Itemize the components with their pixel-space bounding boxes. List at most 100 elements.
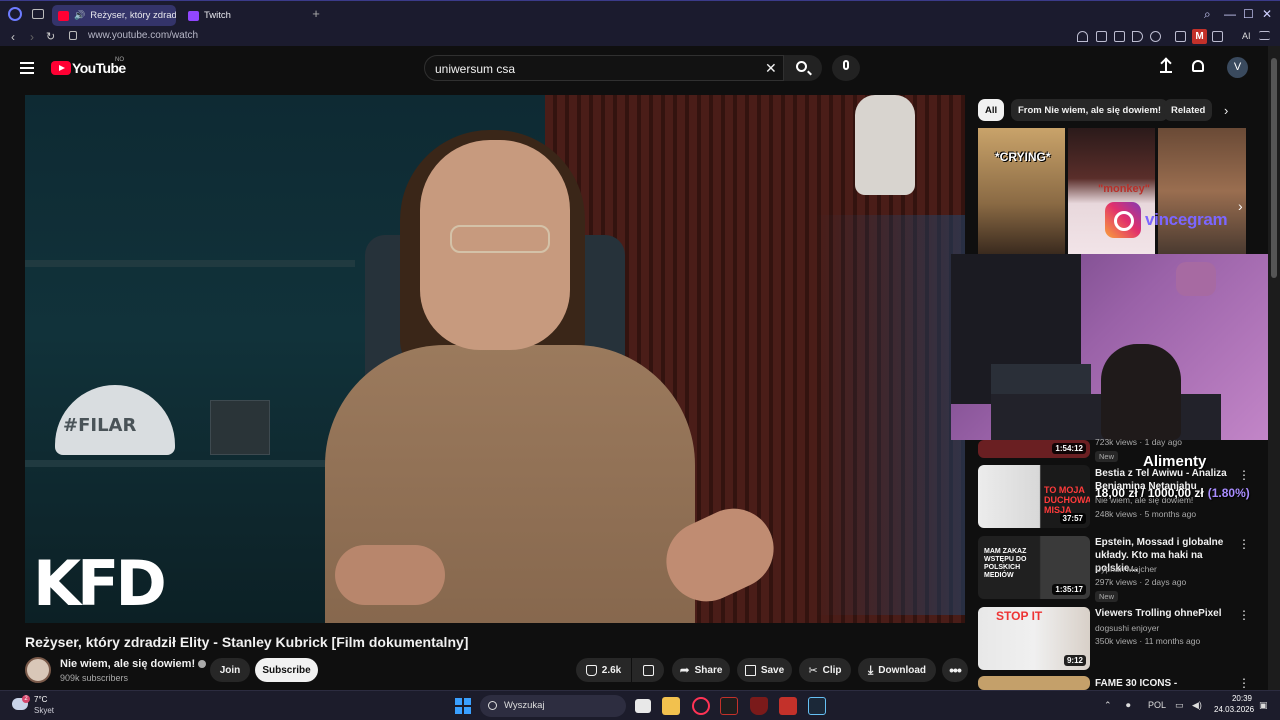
search-button[interactable]	[784, 55, 822, 81]
close-icon[interactable]: ✕	[1262, 7, 1272, 21]
microphone-tray-icon[interactable]: ⏺	[1126, 700, 1131, 711]
player-icon[interactable]	[1132, 31, 1143, 42]
chevron-right-icon[interactable]: ›	[1238, 198, 1243, 214]
microphone-icon	[843, 60, 849, 70]
youtube-header: YouTube NO uniwersum csa ✕ V	[0, 46, 1268, 92]
thumbnail-text: MAM ZAKAZ WSTĘPU DO POLSKICH MEDIÓW	[984, 548, 1027, 579]
clock-time[interactable]: 20:39	[1230, 694, 1252, 703]
extension-m-icon[interactable]: M	[1192, 29, 1207, 44]
heart-icon[interactable]	[1150, 31, 1161, 42]
scrollbar[interactable]	[1268, 46, 1280, 690]
instagram-icon	[1105, 202, 1141, 238]
scrollbar-thumb[interactable]	[1271, 58, 1277, 278]
dislike-button[interactable]	[632, 658, 664, 682]
tray-chevron-icon[interactable]: ⌃	[1104, 700, 1112, 711]
clear-search-icon[interactable]: ✕	[765, 60, 777, 77]
downloads-icon[interactable]	[1212, 31, 1223, 42]
related-channel[interactable]: Cyprian Majcher	[1095, 564, 1157, 574]
browser-menu-icon[interactable]	[1259, 31, 1270, 40]
start-windows-icon[interactable]	[455, 698, 471, 714]
chip-related[interactable]: Related	[1164, 99, 1213, 121]
related-thumbnail[interactable]: TO MOJA DUCHOWA MISJA 37:57	[978, 465, 1090, 528]
file-explorer-icon[interactable]	[662, 697, 680, 715]
pin-icon[interactable]	[1077, 31, 1088, 42]
ad-thumbnail[interactable]	[1158, 128, 1246, 254]
taskbar-search[interactable]: Wyszukaj	[480, 695, 626, 717]
snapshot-icon[interactable]	[1114, 31, 1125, 42]
tab-youtube[interactable]: 🔊 Reżyser, który zdradz	[52, 5, 176, 26]
related-channel[interactable]: dogsushi enjoyer	[1095, 623, 1159, 633]
weather-temperature[interactable]: 7°C	[34, 695, 47, 704]
subscribe-button[interactable]: Subscribe	[255, 658, 318, 682]
search-value[interactable]: uniwersum csa	[435, 62, 515, 76]
chip-from-channel[interactable]: From Nie wiem, ale się dowiem!	[1011, 99, 1169, 121]
extensions-icon[interactable]	[1175, 31, 1186, 42]
download-button[interactable]: ⤓ Download	[858, 658, 936, 682]
more-vert-icon[interactable]: ⋮	[1238, 537, 1250, 551]
more-vert-icon[interactable]: ⋮	[1238, 468, 1250, 482]
channel-name-text[interactable]: Nie wiem, ale się dowiem!	[60, 658, 195, 670]
tab-twitch[interactable]: Twitch	[182, 5, 302, 26]
search-input[interactable]: uniwersum csa ✕	[424, 55, 784, 81]
kfd-logo: KFD	[33, 547, 167, 620]
notifications-bell-icon[interactable]	[1192, 60, 1204, 72]
glasses	[450, 225, 550, 253]
ai-button[interactable]: AI	[1242, 31, 1251, 41]
more-vert-icon[interactable]: ⋮	[1238, 608, 1250, 622]
related-thumbnail[interactable]	[978, 676, 1090, 690]
video-duration: 1:54:12	[1052, 443, 1086, 454]
workspaces-icon[interactable]	[32, 9, 44, 19]
back-icon[interactable]: ‹	[11, 30, 15, 44]
thumbnail-text: TO MOJA DUCHOWA MISJA	[1044, 485, 1090, 515]
related-thumbnail[interactable]: MAM ZAKAZ WSTĘPU DO POLSKICH MEDIÓW 1:35…	[978, 536, 1090, 599]
app-icon[interactable]	[720, 697, 738, 715]
channel-name[interactable]: Nie wiem, ale się dowiem!	[60, 658, 207, 670]
video-player[interactable]: #FILAR KFD	[25, 95, 965, 623]
related-title[interactable]: FAME 30 ICONS -	[1095, 677, 1235, 690]
clip-button[interactable]: ✂ Clip	[799, 658, 851, 682]
join-button[interactable]: Join	[210, 658, 250, 682]
steam-icon[interactable]	[808, 697, 826, 715]
language-indicator[interactable]: POL	[1148, 700, 1166, 710]
reload-icon[interactable]: ↻	[46, 30, 55, 43]
related-thumbnail[interactable]: 1:54:12	[978, 440, 1090, 458]
related-thumbnail[interactable]: STOP IT 9:12	[978, 607, 1090, 670]
notification-icon[interactable]: ▣	[1259, 700, 1268, 711]
maximize-icon[interactable]: ☐	[1243, 7, 1254, 21]
search-tabs-icon[interactable]: ⌕	[1204, 7, 1211, 22]
hamburger-menu-icon[interactable]	[20, 62, 34, 74]
save-button[interactable]: Save	[737, 658, 792, 682]
clock-date[interactable]: 24.03.2026	[1214, 705, 1254, 714]
task-view-icon[interactable]	[635, 699, 651, 713]
volume-icon[interactable]: ◀)	[1192, 700, 1202, 711]
voice-search-button[interactable]	[832, 55, 860, 81]
chevron-right-icon[interactable]: ›	[1224, 103, 1228, 118]
opera-gx-icon[interactable]	[692, 697, 710, 715]
more-actions-button[interactable]: •••	[942, 658, 968, 682]
network-icon[interactable]: ▭	[1175, 700, 1184, 711]
youtube-logo-icon[interactable]	[51, 61, 71, 75]
app-icon[interactable]	[779, 697, 797, 715]
account-avatar[interactable]: V	[1227, 57, 1248, 78]
screenshot-icon[interactable]	[1096, 31, 1107, 42]
instagram-handle: vincegram	[1145, 210, 1228, 229]
share-button[interactable]: ➦ Share	[672, 658, 730, 682]
url-field[interactable]: www.youtube.com/watch	[88, 30, 198, 41]
browser-logo-icon[interactable]	[8, 7, 22, 21]
weather-description[interactable]: Skyet	[34, 706, 54, 715]
ad-thumbnail[interactable]	[978, 128, 1065, 254]
more-vert-icon[interactable]: ⋮	[1238, 676, 1250, 690]
minimize-icon[interactable]: —	[1224, 7, 1236, 21]
like-count: 2.6k	[601, 664, 622, 676]
channel-avatar[interactable]	[25, 657, 51, 683]
donation-goal-amount: 18,00 zł / 1000,00 zł (1.80%)	[1095, 486, 1250, 500]
related-title[interactable]: Viewers Trolling ohnePixel	[1095, 607, 1235, 620]
lock-icon[interactable]	[69, 31, 77, 40]
upload-icon[interactable]	[1160, 59, 1172, 73]
chip-all[interactable]: All	[978, 99, 1005, 121]
shield-app-icon[interactable]	[750, 697, 768, 715]
audio-icon[interactable]: 🔊	[74, 10, 85, 21]
new-tab-icon[interactable]: +	[310, 7, 322, 20]
forward-icon[interactable]: ›	[30, 30, 34, 44]
like-button[interactable]: 2.6k	[576, 658, 631, 682]
